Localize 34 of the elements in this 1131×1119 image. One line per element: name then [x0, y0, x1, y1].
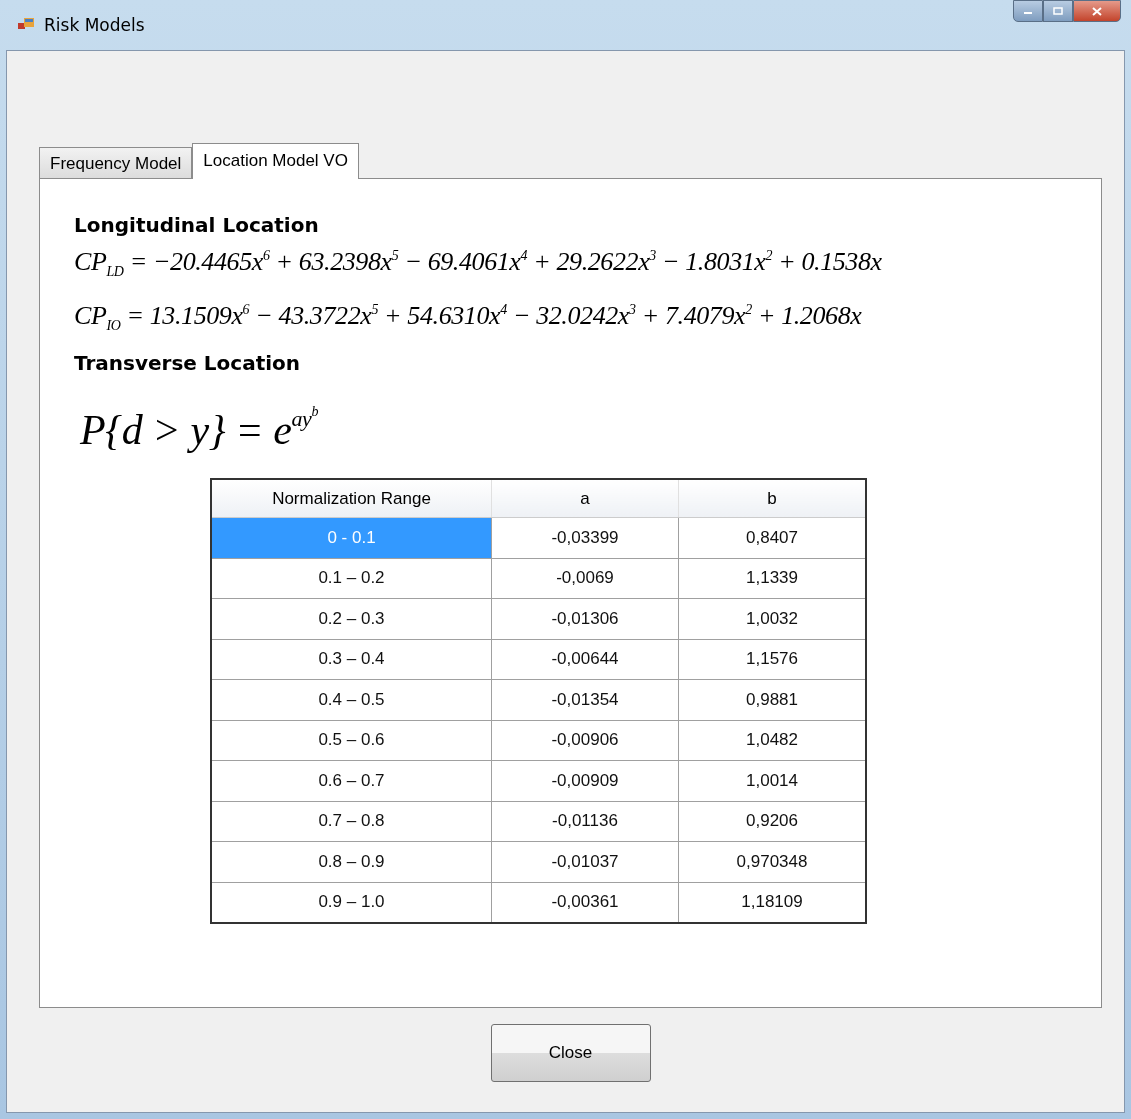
table-cell[interactable]: -0,0069	[491, 558, 679, 599]
formula: CP$_{IO}$ = 13.1509x$^{6}$ − 43.3722x$^{5}$ + 54.6310x$^{4}$ − 32.0242x$^{3}$ + 7.4079x$^{2}$ + 1.2068x	[74, 299, 863, 335]
table-cell[interactable]: -0,00909	[491, 760, 679, 802]
table-cell[interactable]: 0.6 – 0.7	[211, 760, 492, 802]
section-heading: Transverse Location	[74, 350, 302, 375]
section-heading: Longitudinal Location	[74, 213, 320, 237]
close-button[interactable]	[1073, 0, 1121, 22]
table-cell[interactable]: -0,01306	[491, 598, 679, 640]
table-cell[interactable]: 0.4 – 0.5	[211, 679, 492, 721]
table-cell[interactable]: 0.3 – 0.4	[211, 639, 492, 680]
column-header[interactable]: b	[678, 479, 866, 518]
table-cell[interactable]: -0,03399	[491, 517, 679, 559]
table-cell[interactable]: 0.5 – 0.6	[211, 720, 492, 761]
table-cell[interactable]: -0,00644	[491, 639, 679, 680]
table-cell[interactable]: -0,01354	[491, 679, 679, 721]
tab[interactable]: Frequency Model	[39, 147, 193, 178]
column-header[interactable]: a	[491, 479, 679, 518]
column-header[interactable]: Normalization Range	[211, 479, 492, 518]
maximize-icon	[1053, 7, 1063, 15]
table-cell[interactable]: 0.2 – 0.3	[211, 598, 492, 640]
minimize-button[interactable]	[1013, 0, 1043, 22]
app-icon	[18, 18, 34, 32]
tab[interactable]: Location Model VO	[192, 143, 359, 179]
table-cell[interactable]: 0.8 – 0.9	[211, 841, 492, 883]
close-dialog-button[interactable]: Close	[490, 1024, 651, 1082]
table-cell[interactable]: -0,01136	[491, 801, 679, 842]
table-cell[interactable]: -0,00906	[491, 720, 679, 761]
table-cell[interactable]: -0,01037	[491, 841, 679, 883]
close-icon	[1092, 6, 1102, 16]
table-cell[interactable]: 0.1 – 0.2	[211, 558, 492, 599]
window-title: Risk Models	[44, 15, 145, 35]
maximize-button[interactable]	[1043, 0, 1073, 22]
formula: CP$_{LD}$ = −20.4465x$^{6}$ + 63.2398x$^{5}$ − 69.4061x$^{4}$ + 29.2622x$^{3}$ − 1.8031x$^{2}$ + 0.1538x	[74, 245, 883, 281]
table-cell[interactable]: 0.7 – 0.8	[211, 801, 492, 842]
